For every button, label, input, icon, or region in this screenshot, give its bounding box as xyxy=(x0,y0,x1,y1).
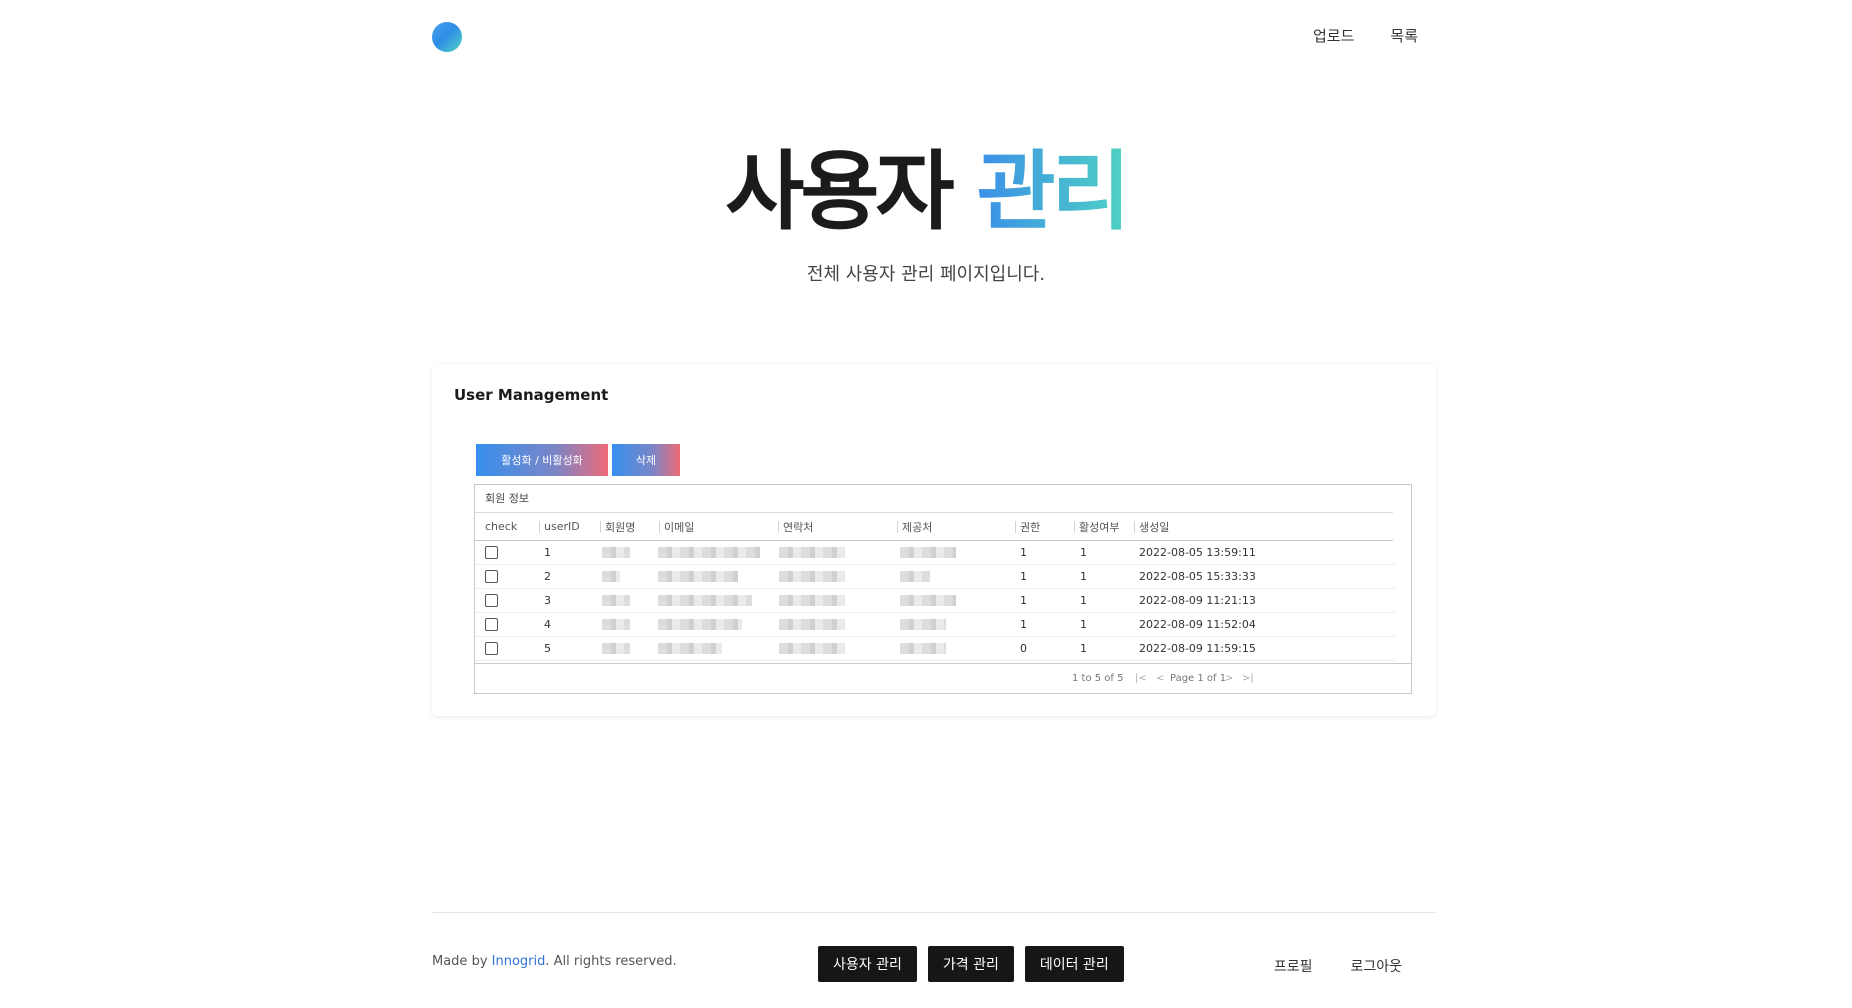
redacted-name xyxy=(602,571,620,582)
price-management-button[interactable]: 가격 관리 xyxy=(927,946,1014,982)
cell-userid: 4 xyxy=(544,618,551,631)
toggle-active-button[interactable]: 활성화 / 비활성화 xyxy=(476,444,608,476)
redacted-email xyxy=(658,643,722,654)
cell-created: 2022-08-05 13:59:11 xyxy=(1139,546,1256,559)
table-row[interactable]: 1 1 1 2022-08-05 13:59:11 xyxy=(475,541,1395,565)
col-header-provider[interactable]: 제공처 xyxy=(896,513,932,540)
top-bar: 업로드 목록 xyxy=(432,18,1436,54)
user-grid: 회원 정보 check userID 회원명 이메일 연락처 제공처 권한 활성… xyxy=(474,484,1412,694)
user-management-button[interactable]: 사용자 관리 xyxy=(818,946,917,982)
first-page-icon[interactable]: |< xyxy=(1135,673,1147,684)
redacted-provider xyxy=(900,619,946,630)
grid-pagination: 1 to 5 of 5 |< < Page 1 of 1 > >| xyxy=(475,663,1411,693)
top-nav: 업로드 목록 xyxy=(1313,25,1418,46)
cell-role: 1 xyxy=(1020,618,1027,631)
footer-brand-link[interactable]: Innogrid xyxy=(492,954,546,969)
redacted-provider xyxy=(900,595,956,606)
redacted-phone xyxy=(779,619,845,630)
user-management-card: User Management 활성화 / 비활성화 삭제 회원 정보 chec… xyxy=(432,364,1436,716)
redacted-provider xyxy=(900,643,946,654)
logout-link[interactable]: 로그아웃 xyxy=(1350,956,1402,976)
cell-role: 1 xyxy=(1020,594,1027,607)
cell-userid: 3 xyxy=(544,594,551,607)
redacted-email xyxy=(658,571,738,582)
cell-active: 1 xyxy=(1080,546,1087,559)
row-summary: 1 to 5 of 5 xyxy=(1072,673,1124,684)
redacted-email xyxy=(658,619,742,630)
redacted-phone xyxy=(779,595,845,606)
footer-credit-suffix: . All rights reserved. xyxy=(545,954,677,969)
nav-upload-link[interactable]: 업로드 xyxy=(1313,25,1354,46)
prev-page-icon[interactable]: < xyxy=(1156,673,1164,684)
cell-userid: 2 xyxy=(544,570,551,583)
grid-body: 1 1 1 2022-08-05 13:59:11 2 1 1 2022-08-… xyxy=(475,541,1411,665)
footer-nav-buttons: 사용자 관리 가격 관리 데이터 관리 xyxy=(818,946,1124,982)
redacted-name xyxy=(602,619,630,630)
redacted-name xyxy=(602,643,630,654)
cell-role: 1 xyxy=(1020,570,1027,583)
next-page-icon[interactable]: > xyxy=(1225,673,1233,684)
cell-active: 1 xyxy=(1080,570,1087,583)
last-page-icon[interactable]: >| xyxy=(1242,673,1254,684)
redacted-phone xyxy=(779,643,845,654)
col-header-email[interactable]: 이메일 xyxy=(658,513,694,540)
cell-active: 1 xyxy=(1080,618,1087,631)
table-row[interactable]: 2 1 1 2022-08-05 15:33:33 xyxy=(475,565,1395,589)
table-row[interactable]: 4 1 1 2022-08-09 11:52:04 xyxy=(475,613,1395,637)
cell-created: 2022-08-05 15:33:33 xyxy=(1139,570,1256,583)
hero: 사용자 관리 전체 사용자 관리 페이지입니다. xyxy=(0,142,1852,286)
data-management-button[interactable]: 데이터 관리 xyxy=(1024,946,1124,982)
card-title: User Management xyxy=(454,386,609,404)
redacted-email xyxy=(658,595,752,606)
page-title-accent: 관리 xyxy=(976,142,1131,242)
cell-userid: 1 xyxy=(544,546,551,559)
page-subtitle: 전체 사용자 관리 페이지입니다. xyxy=(806,264,1046,285)
page-label: Page 1 of 1 xyxy=(1170,673,1227,684)
col-header-phone[interactable]: 연락처 xyxy=(777,513,813,540)
col-header-active[interactable]: 활성여부 xyxy=(1073,513,1119,540)
cell-role: 1 xyxy=(1020,546,1027,559)
footer-divider xyxy=(432,912,1436,913)
page-title: 사용자 관리 xyxy=(0,142,1852,242)
profile-link[interactable]: 프로필 xyxy=(1274,956,1313,976)
col-header-userid[interactable]: userID xyxy=(539,513,580,540)
row-checkbox[interactable] xyxy=(485,642,498,655)
footer-credit-prefix: Made by xyxy=(432,954,492,969)
row-checkbox[interactable] xyxy=(485,546,498,559)
footer-links: 프로필 로그아웃 xyxy=(1274,956,1402,976)
grid-header-row: check userID 회원명 이메일 연락처 제공처 권한 활성여부 생성일 xyxy=(475,513,1393,541)
table-row[interactable]: 5 0 1 2022-08-09 11:59:15 xyxy=(475,637,1395,661)
row-checkbox[interactable] xyxy=(485,618,498,631)
cell-created: 2022-08-09 11:52:04 xyxy=(1139,618,1256,631)
col-header-created[interactable]: 생성일 xyxy=(1133,513,1169,540)
delete-button[interactable]: 삭제 xyxy=(612,444,680,476)
cell-created: 2022-08-09 11:21:13 xyxy=(1139,594,1256,607)
redacted-name xyxy=(602,595,630,606)
redacted-provider xyxy=(900,547,956,558)
row-checkbox[interactable] xyxy=(485,570,498,583)
nav-list-link[interactable]: 목록 xyxy=(1390,25,1418,46)
redacted-email xyxy=(658,547,760,558)
redacted-phone xyxy=(779,547,845,558)
redacted-phone xyxy=(779,571,845,582)
cell-created: 2022-08-09 11:59:15 xyxy=(1139,642,1256,655)
col-header-check[interactable]: check xyxy=(485,513,517,540)
footer-credit: Made by Innogrid. All rights reserved. xyxy=(432,954,677,969)
cell-active: 1 xyxy=(1080,642,1087,655)
redacted-provider xyxy=(900,571,930,582)
logo-icon[interactable] xyxy=(432,22,462,52)
page-title-main: 사용자 xyxy=(725,142,954,242)
cell-userid: 5 xyxy=(544,642,551,655)
col-header-name[interactable]: 회원명 xyxy=(599,513,635,540)
redacted-name xyxy=(602,547,630,558)
row-checkbox[interactable] xyxy=(485,594,498,607)
table-row[interactable]: 3 1 1 2022-08-09 11:21:13 xyxy=(475,589,1395,613)
col-header-role[interactable]: 권한 xyxy=(1014,513,1040,540)
cell-active: 1 xyxy=(1080,594,1087,607)
grid-group-header: 회원 정보 xyxy=(475,485,1393,513)
cell-role: 0 xyxy=(1020,642,1027,655)
